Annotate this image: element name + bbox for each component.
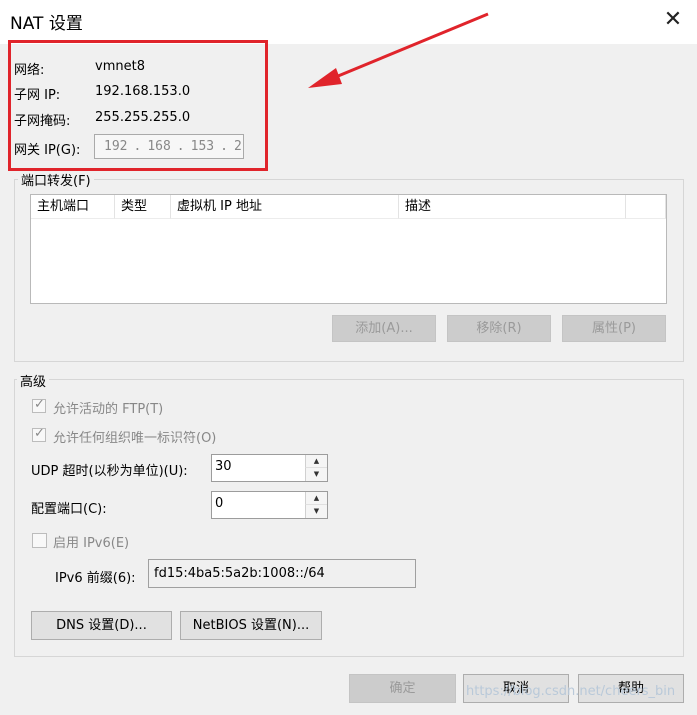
udp-timeout-label: UDP 超时(以秒为单位)(U): bbox=[31, 464, 188, 479]
spinner-up-icon[interactable]: ▲ bbox=[305, 455, 327, 468]
allow-oui-checkbox[interactable]: ✓ bbox=[32, 426, 46, 442]
port-forwarding-table[interactable]: 主机端口 类型 虚拟机 IP 地址 描述 bbox=[30, 194, 667, 304]
netbios-settings-button[interactable]: NetBIOS 设置(N)... bbox=[180, 611, 322, 640]
allow-ftp-label: 允许活动的 FTP(T) bbox=[53, 402, 164, 417]
config-port-value[interactable]: 0 bbox=[215, 496, 223, 511]
column-header-filler bbox=[626, 195, 666, 219]
enable-ipv6-label: 启用 IPv6(E) bbox=[53, 536, 130, 551]
spinner-down-icon[interactable]: ▼ bbox=[305, 505, 327, 518]
enable-ipv6-checkbox[interactable] bbox=[32, 533, 47, 548]
column-header-host-port[interactable]: 主机端口 bbox=[31, 195, 115, 219]
column-header-description[interactable]: 描述 bbox=[399, 195, 626, 219]
close-icon[interactable]: ✕ bbox=[660, 7, 686, 33]
config-port-spinner[interactable]: 0 ▲ ▼ bbox=[211, 491, 328, 519]
properties-button[interactable]: 属性(P) bbox=[562, 315, 666, 342]
add-button[interactable]: 添加(A)... bbox=[332, 315, 436, 342]
ipv6-prefix-input[interactable]: fd15:4ba5:5a2b:1008::/64 bbox=[148, 559, 416, 588]
dialog-title: NAT 设置 bbox=[10, 14, 83, 34]
checkmark-icon: ✓ bbox=[34, 397, 45, 412]
spinner-down-icon[interactable]: ▼ bbox=[305, 468, 327, 481]
annotation-highlight-box bbox=[8, 40, 268, 171]
advanced-group-label: 高级 bbox=[17, 371, 50, 390]
watermark-text: https://blog.csdn.net/cheers_bin bbox=[466, 684, 676, 699]
port-forwarding-group-label: 端口转发(F) bbox=[18, 170, 94, 189]
spinner-up-icon[interactable]: ▲ bbox=[305, 492, 327, 505]
annotation-arrow-icon bbox=[308, 12, 489, 88]
dns-settings-button[interactable]: DNS 设置(D)... bbox=[31, 611, 172, 640]
checkmark-icon: ✓ bbox=[34, 426, 45, 441]
column-header-vm-ip[interactable]: 虚拟机 IP 地址 bbox=[171, 195, 399, 219]
ipv6-prefix-label: IPv6 前缀(6): bbox=[55, 571, 136, 586]
column-header-type[interactable]: 类型 bbox=[115, 195, 171, 219]
ok-button[interactable]: 确定 bbox=[349, 674, 456, 703]
udp-timeout-value[interactable]: 30 bbox=[215, 459, 232, 474]
config-port-label: 配置端口(C): bbox=[31, 502, 107, 517]
allow-ftp-checkbox[interactable]: ✓ bbox=[32, 397, 46, 413]
udp-timeout-spinner[interactable]: 30 ▲ ▼ bbox=[211, 454, 328, 482]
allow-oui-label: 允许任何组织唯一标识符(O) bbox=[53, 431, 217, 446]
remove-button[interactable]: 移除(R) bbox=[447, 315, 551, 342]
